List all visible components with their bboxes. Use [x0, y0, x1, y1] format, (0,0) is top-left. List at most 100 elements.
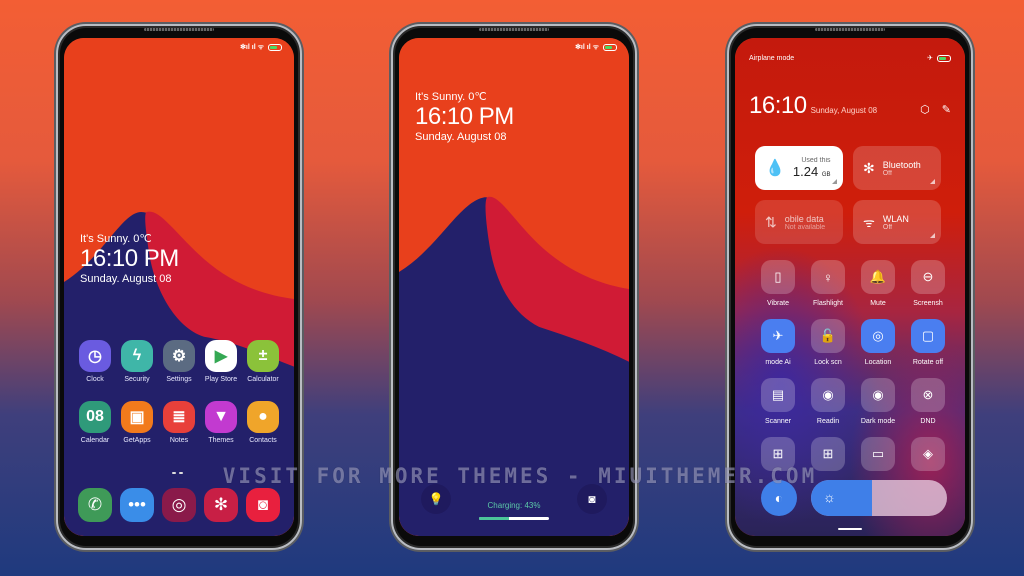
- app-clock[interactable]: ◷ Clock: [74, 340, 116, 383]
- edit-icon[interactable]: ✎: [942, 103, 951, 116]
- bluetooth-tile[interactable]: ✻ Bluetooth Off: [853, 146, 941, 190]
- app-label: Clock: [86, 376, 104, 383]
- weather-text: It's Sunny. 0℃: [415, 91, 487, 103]
- expand-corner-icon: [930, 233, 935, 238]
- notes-icon: ≣: [163, 401, 195, 433]
- dark-mode-icon: ◉: [861, 378, 895, 412]
- expand-corner-icon: [930, 179, 935, 184]
- gallery-icon[interactable]: ✻: [204, 488, 238, 522]
- calendar-icon: 08: [79, 401, 111, 433]
- reading-icon: ◉: [811, 378, 845, 412]
- watermark-text: VISIT FOR MORE THEMES - MIUITHEMER.COM: [222, 464, 818, 488]
- app-play-store[interactable]: ▶ Play Store: [200, 340, 242, 383]
- auto-brightness-icon: ◐: [774, 490, 784, 506]
- wlan-tile[interactable]: ᯤ WLAN Off: [853, 200, 941, 244]
- home-indicator[interactable]: [838, 528, 862, 530]
- wlan-state: Off: [882, 223, 893, 231]
- settings-icon[interactable]: ⬡: [920, 103, 930, 116]
- data-usage-tile[interactable]: 💧 Used this 1.24 GB: [755, 146, 843, 190]
- bluetooth-label: Bluetooth: [882, 159, 921, 170]
- toggle-label: mode Ai: [765, 359, 791, 366]
- app-label: Settings: [166, 376, 192, 383]
- toggle-lock[interactable]: 🔓 Lock scn: [803, 319, 853, 366]
- app-notes[interactable]: ≣ Notes: [158, 401, 200, 444]
- app-getapps[interactable]: ▣ GetApps: [116, 401, 158, 444]
- app-label: Notes: [169, 437, 189, 444]
- home-screen: ✻ıl ıl ᯤ It's Sunny. 0℃ 16:10 PM Sunday.…: [64, 38, 294, 536]
- toggle-cast[interactable]: ▭: [853, 437, 903, 477]
- toggle-label: Vibrate: [766, 300, 790, 307]
- toggle-label: Lock scn: [814, 359, 842, 366]
- airplane-icon: ✈: [761, 319, 795, 353]
- sun-icon: ☼: [823, 489, 836, 505]
- toggle-label: Rotate off: [912, 359, 944, 366]
- earpiece-speaker: [815, 28, 885, 31]
- status-bar: ✻ıl ıl ᯤ: [575, 43, 617, 52]
- wlan-label: WLAN: [882, 213, 909, 224]
- toggle-rotate[interactable]: ▢ Rotate off: [903, 319, 953, 366]
- camera-icon[interactable]: ◙: [246, 488, 280, 522]
- status-bar: ✻ıl ıl ᯤ: [240, 43, 282, 52]
- earpiece-speaker: [144, 28, 214, 31]
- status-icons: ✻ıl ıl ᯤ: [575, 44, 599, 51]
- wallpaper: [64, 38, 294, 536]
- contacts-icon: ●: [247, 401, 279, 433]
- app-security[interactable]: ϟ Security: [116, 340, 158, 383]
- airplane-icon: ✈: [927, 55, 933, 62]
- battery-icon: [603, 44, 617, 51]
- toggle-bell[interactable]: 🔔 Mute: [853, 260, 903, 307]
- toggle-label: DND: [920, 418, 936, 425]
- toggle-screenshot[interactable]: ⊖ Screensh: [903, 260, 953, 307]
- toggle-vibrate[interactable]: ▯ Vibrate: [753, 260, 803, 307]
- battery-icon: [937, 54, 951, 62]
- toggle-label: Dark mode: [860, 418, 896, 425]
- date-text: Sunday, August 08: [810, 106, 878, 115]
- toggle-airplane[interactable]: ✈ mode Ai: [753, 319, 803, 366]
- toggle-label: Readin: [816, 418, 840, 425]
- bluetooth-off-icon: ✻: [863, 159, 875, 176]
- app-label: Calculator: [247, 376, 279, 383]
- charging-progress-bar: [479, 517, 549, 520]
- location-icon: ◎: [861, 319, 895, 353]
- data-usage-unit: GB: [821, 172, 831, 178]
- app-contacts[interactable]: ● Contacts: [242, 401, 284, 444]
- toggle-reading[interactable]: ◉ Readin: [803, 378, 853, 425]
- settings-icon: ⚙: [163, 340, 195, 372]
- earpiece-speaker: [479, 28, 549, 31]
- mobile-data-state: Not available: [784, 223, 826, 231]
- app-label: Play Store: [204, 376, 238, 383]
- app-settings[interactable]: ⚙ Settings: [158, 340, 200, 383]
- dock: ✆ ••• ◎ ✻ ◙: [74, 488, 284, 522]
- toggle-label: Mute: [870, 300, 886, 307]
- mobile-data-tile[interactable]: ⇅ obile data Not available: [755, 200, 843, 244]
- toggle-mi-share[interactable]: ◈: [903, 437, 953, 477]
- phone-icon[interactable]: ✆: [78, 488, 112, 522]
- app-calculator[interactable]: ± Calculator: [242, 340, 284, 383]
- bluetooth-state: Off: [882, 169, 892, 177]
- toggle-dnd[interactable]: ⊗ DND: [903, 378, 953, 425]
- toggle-flashlight[interactable]: ♀ Flashlight: [803, 260, 853, 307]
- app-label: Themes: [208, 437, 234, 444]
- mobile-data-icon: ⇅: [765, 213, 777, 230]
- clock-widget[interactable]: It's Sunny. 0℃ 16:10 PM Sunday. August 0…: [80, 232, 179, 285]
- time-text: 16:10: [749, 92, 807, 119]
- app-label: GetApps: [123, 437, 151, 444]
- mi-share-icon: ◈: [911, 437, 945, 471]
- toggle-dark-mode[interactable]: ◉ Dark mode: [853, 378, 903, 425]
- scanner-icon: ▤: [761, 378, 795, 412]
- dnd-icon: ⊗: [911, 378, 945, 412]
- clock-widget[interactable]: It's Sunny. 0℃ 16:10 PM Sunday. August 0…: [415, 90, 514, 143]
- security-icon: ϟ: [121, 340, 153, 372]
- toggle-scanner[interactable]: ▤ Scanner: [753, 378, 803, 425]
- play-store-icon: ▶: [205, 340, 237, 372]
- screenshot-icon: ⊖: [911, 260, 945, 294]
- fingerprint-icon[interactable]: ◎: [162, 488, 196, 522]
- messages-icon[interactable]: •••: [120, 488, 154, 522]
- app-calendar[interactable]: 08 Calendar: [74, 401, 116, 444]
- mobile-data-label: obile data: [784, 213, 824, 224]
- rotate-icon: ▢: [911, 319, 945, 353]
- app-themes[interactable]: ▼ Themes: [200, 401, 242, 444]
- date-text: Sunday. August 08: [415, 131, 507, 143]
- toggle-location[interactable]: ◎ Location: [853, 319, 903, 366]
- battery-icon: [268, 44, 282, 51]
